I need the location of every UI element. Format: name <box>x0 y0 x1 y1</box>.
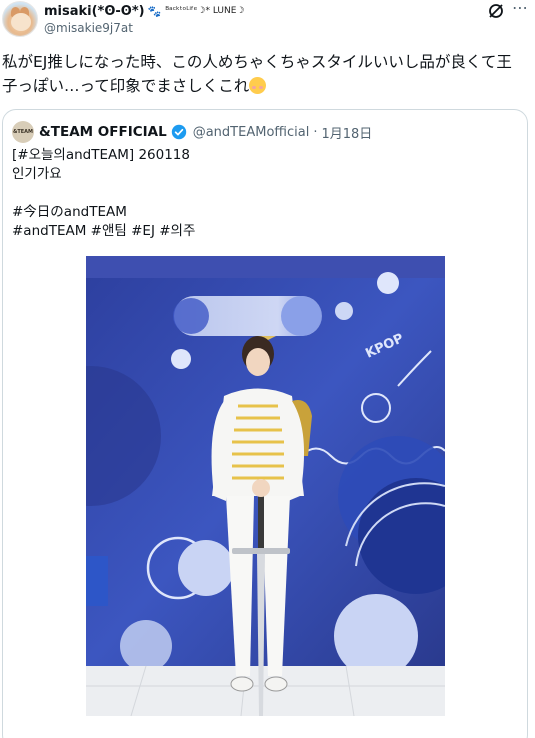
quoted-header: &TEAM OFFICIAL @andTEAMofficial · 1月18日 <box>39 122 372 142</box>
quoted-line-hashtag-2[interactable]: #andTEAM #앤팀 #EJ #의주 <box>12 222 512 241</box>
display-name[interactable]: misaki(*ʘ-ʘ*) <box>44 4 145 19</box>
tweet-text: 私がEJ推しになった時、この人めちゃくちゃスタイルいいし品が良くて王子っぽい…っ… <box>2 50 527 98</box>
user-handle[interactable]: @misakie9j7at <box>44 21 133 35</box>
avatar-face <box>11 13 31 31</box>
quoted-separator: · <box>313 124 318 140</box>
verified-badge-icon <box>171 124 186 140</box>
quoted-handle[interactable]: @andTEAMofficial <box>193 125 310 140</box>
user-avatar[interactable] <box>2 1 38 37</box>
smiling-face-with-blush-icon <box>249 77 267 94</box>
quoted-line-blank <box>12 184 512 203</box>
more-icon[interactable]: ⋯ <box>511 0 529 18</box>
quoted-line-hashtag-1[interactable]: #今日のandTEAM <box>12 203 512 222</box>
quoted-line-1: [#오늘의andTEAM] 260118 <box>12 147 190 163</box>
quoted-avatar[interactable]: &TEAM <box>12 121 34 143</box>
name-row: misaki(*ʘ-ʘ*) 🐾 ᴮᵃᶜᵏᵗᵒᴸⁱᶠᵉ☽* LUNE☽ <box>44 2 245 20</box>
grok-icon[interactable] <box>487 2 505 20</box>
quoted-line-2: 인기가요 <box>12 166 62 182</box>
name-badge: ᴮᵃᶜᵏᵗᵒᴸⁱᶠᵉ☽* LUNE☽ <box>165 6 245 16</box>
paw-icon: 🐾 <box>147 4 162 18</box>
quoted-post[interactable]: &TEAM &TEAM OFFICIAL @andTEAMofficial · … <box>2 109 528 738</box>
photo-illustration: KPOP <box>86 256 445 716</box>
quoted-text: [#오늘의andTEAM] 260118 인기가요 #今日のandTEAM #a… <box>12 146 512 241</box>
quoted-date[interactable]: 1月18日 <box>321 123 372 142</box>
quoted-photo[interactable]: KPOP <box>86 256 445 716</box>
quoted-display-name[interactable]: &TEAM OFFICIAL <box>39 124 167 140</box>
post: misaki(*ʘ-ʘ*) 🐾 ᴮᵃᶜᵏᵗᵒᴸⁱᶠᵉ☽* LUNE☽ @misa… <box>0 0 535 738</box>
